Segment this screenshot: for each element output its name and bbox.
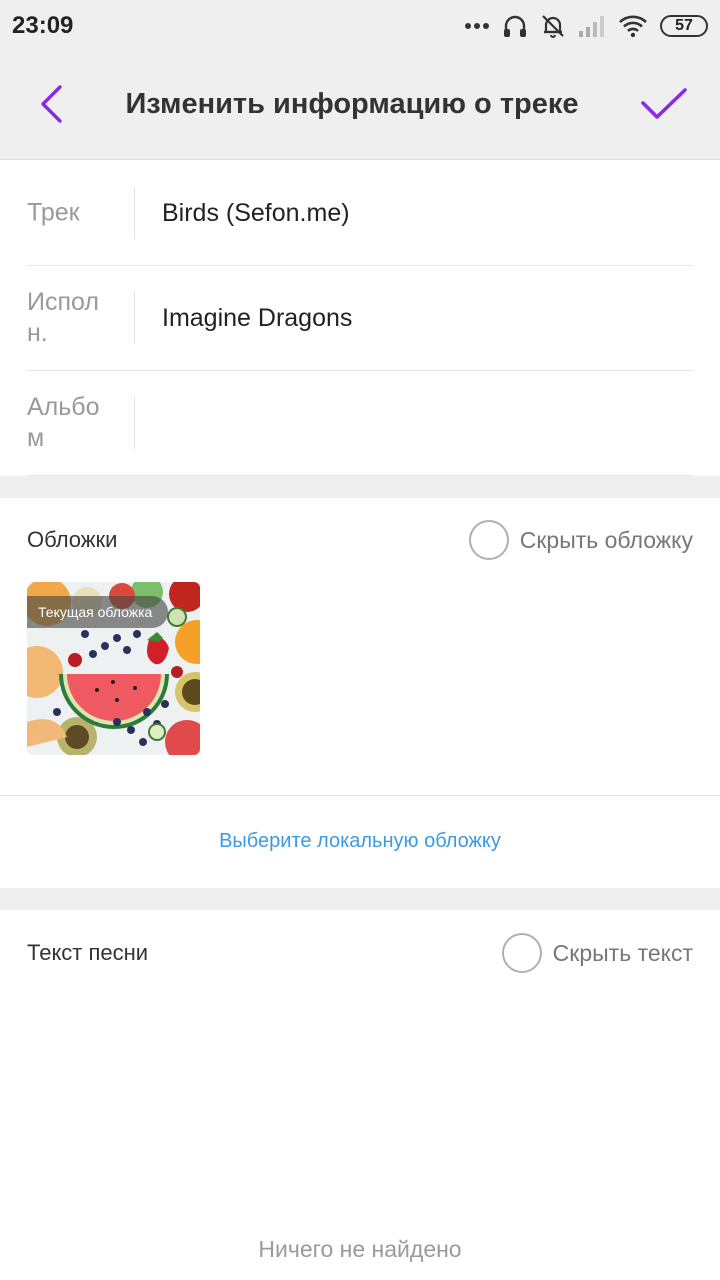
- confirm-button[interactable]: [632, 78, 696, 134]
- hide-cover-radio[interactable]: [468, 520, 509, 560]
- bell-off-icon: [540, 13, 566, 39]
- section-gap: [0, 476, 720, 498]
- album-field[interactable]: [162, 403, 693, 443]
- hide-lyrics-label: Скрыть текст: [552, 939, 693, 966]
- back-button[interactable]: [24, 78, 80, 134]
- track-row: Трек: [27, 161, 693, 266]
- page-title: Изменить информацию о треке: [125, 88, 579, 120]
- current-cover-badge: Текущая обложка: [27, 596, 169, 628]
- artist-label: Испол н.: [27, 287, 119, 349]
- row-divider: [134, 292, 135, 344]
- track-info-form: Трек Испол н. Альбо м: [27, 161, 693, 476]
- album-row: Альбо м: [27, 371, 693, 476]
- lyrics-header: Текст песни Скрыть текст: [27, 928, 693, 978]
- battery-icon: 57: [660, 15, 708, 37]
- status-icons: 57: [464, 10, 708, 42]
- status-bar: 23:09 57: [0, 0, 720, 54]
- lyrics-title: Текст песни: [27, 940, 149, 965]
- row-divider: [134, 187, 135, 239]
- artist-label-text: Испол н.: [27, 288, 99, 347]
- more-dots-icon: [464, 22, 490, 30]
- hide-lyrics-radio[interactable]: [501, 933, 542, 973]
- hide-cover-label: Скрыть обложку: [519, 526, 693, 553]
- track-label: Трек: [27, 198, 80, 227]
- section-gap: [0, 888, 720, 910]
- signal-icon: [578, 14, 606, 38]
- hide-cover-toggle[interactable]: Скрыть обложку: [468, 520, 693, 560]
- screen: 23:09 57 Изменить информацию о треке Тре…: [0, 0, 720, 1280]
- track-field[interactable]: [162, 193, 693, 233]
- hide-lyrics-toggle[interactable]: Скрыть текст: [501, 933, 693, 973]
- row-divider: [134, 397, 135, 449]
- artist-field[interactable]: [162, 298, 693, 338]
- lyrics-empty-message: Ничего не найдено: [258, 1236, 462, 1262]
- header: Изменить информацию о треке: [0, 54, 720, 160]
- status-time: 23:09: [12, 12, 74, 39]
- covers-title: Обложки: [27, 527, 118, 552]
- divider: [0, 795, 720, 796]
- choose-local-cover-link[interactable]: Выберите локальную обложку: [0, 830, 720, 853]
- covers-header: Обложки Скрыть обложку: [27, 515, 693, 565]
- checkmark-icon: [640, 87, 688, 126]
- artist-row: Испол н.: [27, 266, 693, 371]
- wifi-icon: [618, 14, 648, 38]
- headphones-icon: [502, 13, 528, 39]
- album-label-text: Альбо м: [27, 393, 100, 452]
- album-label: Альбо м: [27, 392, 119, 454]
- chevron-left-icon: [38, 84, 66, 129]
- current-cover-image[interactable]: Текущая обложка: [27, 582, 200, 755]
